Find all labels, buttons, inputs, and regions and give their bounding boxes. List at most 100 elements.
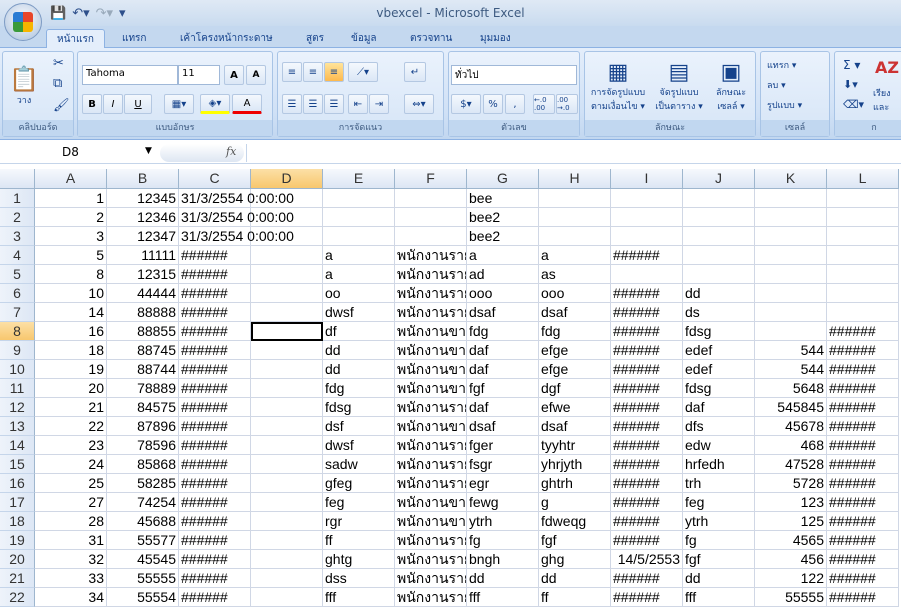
cell-c7[interactable]: ###### [179, 303, 251, 322]
cell-g1[interactable]: bee [467, 189, 539, 208]
insert-cells-button[interactable]: แทรก ▾ [767, 58, 796, 72]
column-header-j[interactable]: J [683, 169, 755, 189]
cell-b18[interactable]: 45688 [107, 512, 179, 531]
cell-c12[interactable]: ###### [179, 398, 251, 417]
percent-button[interactable]: % [483, 94, 503, 114]
cell-h14[interactable]: tyyhtr [539, 436, 611, 455]
row-header[interactable]: 13 [0, 417, 35, 436]
cell-c8[interactable]: ###### [179, 322, 251, 341]
cell-e17[interactable]: feg [323, 493, 395, 512]
cell-f6[interactable]: พนักงานราย [395, 284, 467, 303]
cell-j12[interactable]: daf [683, 398, 755, 417]
decrease-indent-button[interactable]: ⇤ [348, 94, 368, 114]
cell-f22[interactable]: พนักงานราย [395, 588, 467, 607]
row-header[interactable]: 3 [0, 227, 35, 246]
column-header-g[interactable]: G [467, 169, 539, 189]
row-header[interactable]: 9 [0, 341, 35, 360]
cell-k1[interactable] [755, 189, 827, 208]
cell-e10[interactable]: dd [323, 360, 395, 379]
cell-c21[interactable]: ###### [179, 569, 251, 588]
cell-g18[interactable]: ytrh [467, 512, 539, 531]
cell-i22[interactable]: ###### [611, 588, 683, 607]
cell-i10[interactable]: ###### [611, 360, 683, 379]
cell-b8[interactable]: 88855 [107, 322, 179, 341]
row-header[interactable]: 12 [0, 398, 35, 417]
cell-i15[interactable]: ###### [611, 455, 683, 474]
cell-d13[interactable] [251, 417, 323, 436]
column-header-d[interactable]: D [251, 169, 323, 189]
cell-l12[interactable]: ###### [827, 398, 899, 417]
cell-h6[interactable]: ooo [539, 284, 611, 303]
align-center-button[interactable]: ☰ [303, 94, 323, 114]
cell-d15[interactable] [251, 455, 323, 474]
cell-d5[interactable] [251, 265, 323, 284]
wrap-text-button[interactable]: ↵ [404, 62, 426, 82]
cell-d17[interactable] [251, 493, 323, 512]
copy-icon[interactable]: ⧉ [53, 76, 62, 91]
cell-j3[interactable] [683, 227, 755, 246]
cell-f2[interactable] [395, 208, 467, 227]
cell-h13[interactable]: dsaf [539, 417, 611, 436]
cell-b13[interactable]: 87896 [107, 417, 179, 436]
cell-d22[interactable] [251, 588, 323, 607]
row-header[interactable]: 15 [0, 455, 35, 474]
cell-k21[interactable]: 122 [755, 569, 827, 588]
cell-a9[interactable]: 18 [35, 341, 107, 360]
cell-c5[interactable]: ###### [179, 265, 251, 284]
cell-e3[interactable] [323, 227, 395, 246]
cell-h3[interactable] [539, 227, 611, 246]
cell-i11[interactable]: ###### [611, 379, 683, 398]
italic-button[interactable]: I [103, 94, 123, 114]
cell-a13[interactable]: 22 [35, 417, 107, 436]
cell-j5[interactable] [683, 265, 755, 284]
cell-i17[interactable]: ###### [611, 493, 683, 512]
row-header[interactable]: 6 [0, 284, 35, 303]
paste-button[interactable]: 📋 วาง [7, 56, 41, 116]
insert-function-button[interactable]: fx [160, 144, 244, 162]
cell-f15[interactable]: พนักงานราย [395, 455, 467, 474]
merge-center-button[interactable]: ⇔▾ [404, 94, 434, 114]
cell-b11[interactable]: 78889 [107, 379, 179, 398]
cell-f17[interactable]: พนักงานขาย [395, 493, 467, 512]
office-button[interactable] [4, 3, 42, 41]
cell-i12[interactable]: ###### [611, 398, 683, 417]
cell-i6[interactable]: ###### [611, 284, 683, 303]
cell-k9[interactable]: 544 [755, 341, 827, 360]
decrease-decimal-button[interactable]: .00 →.0 [556, 94, 578, 114]
cell-g16[interactable]: egr [467, 474, 539, 493]
cell-c20[interactable]: ###### [179, 550, 251, 569]
cell-f7[interactable]: พนักงานราย [395, 303, 467, 322]
cell-l21[interactable]: ###### [827, 569, 899, 588]
name-box-dropdown-icon[interactable]: ▼ [145, 146, 152, 156]
row-header[interactable]: 10 [0, 360, 35, 379]
cell-c2[interactable]: 31/3/2554 0:00:00 [179, 208, 294, 227]
cell-a12[interactable]: 21 [35, 398, 107, 417]
cell-a5[interactable]: 8 [35, 265, 107, 284]
row-header[interactable]: 20 [0, 550, 35, 569]
cell-k10[interactable]: 544 [755, 360, 827, 379]
cell-a15[interactable]: 24 [35, 455, 107, 474]
autosum-button[interactable]: Σ ▾ [843, 58, 860, 72]
align-right-button[interactable]: ☰ [324, 94, 344, 114]
cell-f5[interactable]: พนักงานราย [395, 265, 467, 284]
cell-k4[interactable] [755, 246, 827, 265]
cell-g11[interactable]: fgf [467, 379, 539, 398]
column-header-c[interactable]: C [179, 169, 251, 189]
sort-filter-button[interactable]: เรียง และ [873, 86, 901, 114]
cell-f10[interactable]: พนักงานขาย [395, 360, 467, 379]
cell-h2[interactable] [539, 208, 611, 227]
increase-decimal-button[interactable]: ←.0 .00 [533, 94, 555, 114]
row-header[interactable]: 1 [0, 189, 35, 208]
cell-e11[interactable]: fdg [323, 379, 395, 398]
cell-j19[interactable]: fg [683, 531, 755, 550]
cell-g15[interactable]: fsgr [467, 455, 539, 474]
cell-h16[interactable]: ghtrh [539, 474, 611, 493]
cell-g2[interactable]: bee2 [467, 208, 539, 227]
cell-k19[interactable]: 4565 [755, 531, 827, 550]
cell-g4[interactable]: a [467, 246, 539, 265]
cell-f4[interactable]: พนักงานราย [395, 246, 467, 265]
cell-h15[interactable]: yhrjyth [539, 455, 611, 474]
cell-j4[interactable] [683, 246, 755, 265]
cell-h21[interactable]: dd [539, 569, 611, 588]
cell-h17[interactable]: g [539, 493, 611, 512]
